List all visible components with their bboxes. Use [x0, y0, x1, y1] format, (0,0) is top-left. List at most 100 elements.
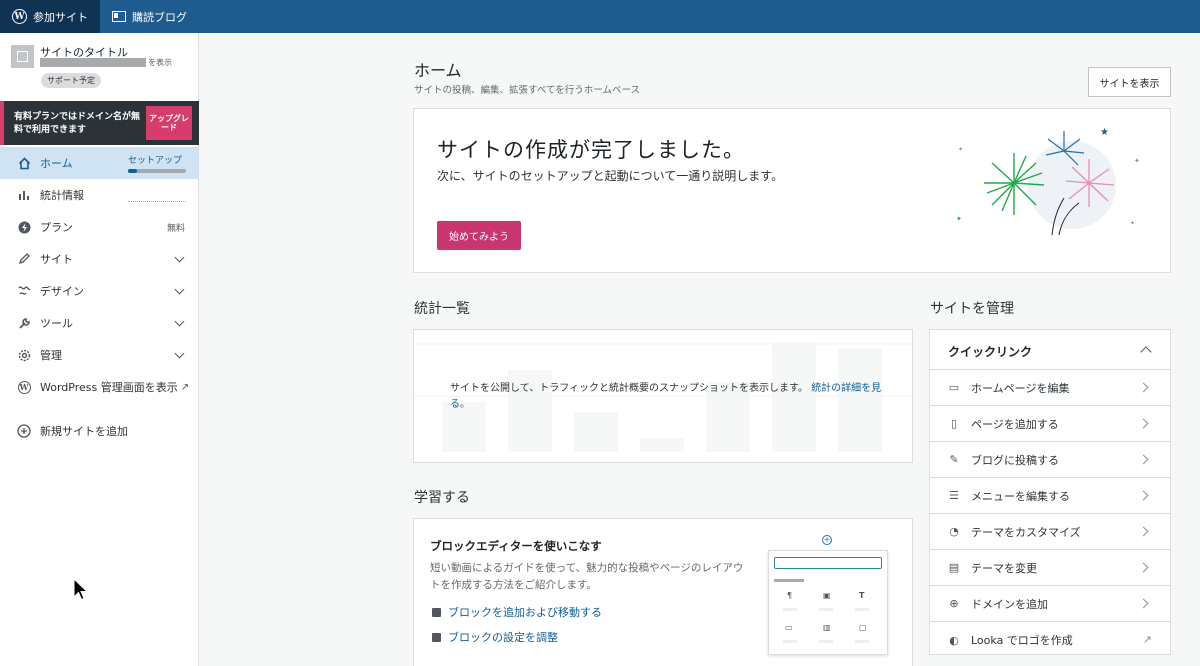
- quick-links-card: クイックリンク ▭ ホームページを編集 ▯ ページを追加する ✎ ブログに投稿す…: [929, 329, 1171, 655]
- learn-link-add-blocks[interactable]: ブロックを追加および移動する: [432, 604, 602, 620]
- quick-link-label: テーマをカスタマイズ: [971, 525, 1081, 539]
- quick-link-customize-theme[interactable]: ◔ テーマをカスタマイズ: [930, 514, 1170, 550]
- folder-icon: ▢: [859, 623, 867, 632]
- stats-card: サイトを公開して、トラフィックと統計概要のスナップショットを表示します。 統計の…: [413, 329, 913, 463]
- sidebar-item-label: デザイン: [40, 285, 84, 298]
- sidebar-item-wp-admin[interactable]: W WordPress 管理画面を表示 ↗: [0, 371, 199, 403]
- site-card[interactable]: サイトのタイトル を表示 サポート予定: [0, 33, 198, 95]
- main-content: ホーム サイトの投稿、編集、拡張すべてを行うホームベース サイトを表示 サイトの…: [199, 33, 1200, 666]
- laptop-icon: ▭: [948, 381, 960, 394]
- quick-link-add-page[interactable]: ▯ ページを追加する: [930, 406, 1170, 442]
- looka-icon: ◐: [949, 633, 959, 647]
- chevron-right-icon: [1138, 382, 1149, 393]
- setup-progress-fill: [128, 169, 137, 173]
- sidebar-item-tools[interactable]: ツール: [0, 307, 199, 339]
- sidebar-item-label: ツール: [40, 317, 73, 330]
- learn-link-label: ブロックを追加および移動する: [448, 606, 602, 619]
- quick-links-title: クイックリンク: [948, 345, 1033, 359]
- sidebar-item-site[interactable]: サイト: [0, 243, 199, 275]
- view-site-button[interactable]: サイトを表示: [1088, 67, 1171, 97]
- my-sites-button[interactable]: W 参加サイト: [0, 0, 100, 33]
- quick-link-label: ブログに投稿する: [971, 453, 1059, 467]
- sidebar-item-home[interactable]: ホーム セットアップ: [0, 147, 199, 179]
- my-sites-label: 参加サイト: [33, 10, 88, 24]
- quick-link-edit-menu[interactable]: ☰ メニューを編集する: [930, 478, 1170, 514]
- plan-free-badge: 無料: [166, 223, 185, 234]
- upsell-text: 有料プランではドメイン名が無料で利用できます: [14, 112, 141, 135]
- stats-message-text: サイトを公開して、トラフィックと統計概要のスナップショットを表示します。: [450, 383, 808, 394]
- hero-subtitle: 次に、サイトのセットアップと起動について一通り説明します。: [437, 169, 784, 183]
- page-icon: ▯: [950, 417, 958, 430]
- quick-link-label: テーマを変更: [971, 561, 1037, 575]
- svg-text:✦: ✦: [956, 215, 962, 223]
- sidebar-item-label: プラン: [40, 221, 73, 234]
- sidebar-item-stats[interactable]: 統計情報: [0, 179, 199, 211]
- quick-link-change-theme[interactable]: ▤ テーマを変更: [930, 550, 1170, 586]
- upsell-banner[interactable]: 有料プランではドメイン名が無料で利用できます アップグレード: [0, 101, 199, 145]
- inserter-heading-illustration: [774, 579, 804, 582]
- site-created-card: サイトの作成が完了しました。 次に、サイトのセットアップと起動について一通り説明…: [413, 108, 1171, 273]
- stats-message: サイトを公開して、トラフィックと統計概要のスナップショットを表示します。 統計の…: [450, 381, 890, 413]
- sidebar-nav: ホーム セットアップ 統計情報 プラン 無料 サイト デザイン ツール 管理 W…: [0, 147, 199, 447]
- learn-description: 短い動画によるガイドを使って、魅力的な投稿やページのレイアウトを作成する方法をご…: [430, 562, 744, 591]
- svg-text:★: ★: [1100, 127, 1109, 138]
- chevron-right-icon: [1138, 598, 1149, 609]
- learn-link-block-settings[interactable]: ブロックの設定を調整: [432, 629, 558, 645]
- video-icon: [432, 607, 441, 617]
- quick-link-label: ドメインを追加: [971, 597, 1048, 611]
- stats-section-title: 統計一覧: [414, 301, 470, 317]
- quick-links-header[interactable]: クイックリンク: [930, 330, 1170, 370]
- wp-icon: W: [16, 379, 32, 395]
- learn-card: ブロックエディターを使いこなす 短い動画によるガイドを使って、魅力的な投稿やペー…: [413, 518, 913, 666]
- external-link-icon: ↗: [1142, 633, 1152, 646]
- quick-link-edit-homepage[interactable]: ▭ ホームページを編集: [930, 370, 1170, 406]
- wordpress-logo-icon: W: [12, 9, 27, 24]
- sidebar-item-label: ホーム: [40, 157, 73, 170]
- hero-title: サイトの作成が完了しました。: [437, 138, 745, 162]
- add-block-icon: +: [822, 535, 832, 545]
- sidebar-item-plan[interactable]: プラン 無料: [0, 211, 199, 243]
- svg-text:✦: ✦: [1134, 157, 1140, 165]
- svg-text:✦: ✦: [1130, 220, 1135, 227]
- chevron-right-icon: [1138, 490, 1149, 501]
- quick-link-add-domain[interactable]: ⊕ ドメインを追加: [930, 586, 1170, 622]
- sidebar-item-label: WordPress 管理画面を表示: [40, 381, 178, 394]
- quick-link-write-post[interactable]: ✎ ブログに投稿する: [930, 442, 1170, 478]
- columns-icon: ▥: [823, 623, 831, 632]
- manage-section-title: サイトを管理: [930, 301, 1014, 317]
- reader-button[interactable]: 購読ブログ: [100, 0, 199, 33]
- plus-circle-icon: [16, 423, 32, 439]
- quick-link-label: ページを追加する: [971, 417, 1059, 431]
- pencil-icon: ✎: [949, 453, 959, 466]
- chevron-right-icon: [1138, 526, 1149, 537]
- heading-icon: T: [859, 591, 865, 600]
- get-started-button[interactable]: 始めてみよう: [437, 221, 521, 250]
- chevron-down-icon: [174, 252, 185, 263]
- sidebar-item-label: 管理: [40, 349, 62, 362]
- sidebar-item-label: サイト: [40, 253, 73, 266]
- setup-progress-bar: [128, 169, 186, 173]
- quick-link-label: ホームページを編集: [971, 381, 1070, 395]
- sidebar-item-manage[interactable]: 管理: [0, 339, 199, 371]
- quick-link-label: Looka でロゴを作成: [971, 634, 1073, 647]
- site-url-suffix[interactable]: を表示: [148, 57, 172, 68]
- page-subtitle: サイトの投稿、編集、拡張すべてを行うホームベース: [414, 85, 641, 96]
- design-icon: [16, 283, 32, 299]
- upgrade-button[interactable]: アップグレード: [146, 106, 192, 140]
- paragraph-icon: ¶: [787, 591, 793, 600]
- chevron-down-icon: [174, 284, 185, 295]
- site-url-redacted[interactable]: [40, 58, 146, 67]
- chevron-right-icon: [1138, 418, 1149, 429]
- page-title: ホーム: [414, 61, 462, 80]
- sidebar-item-add-site[interactable]: 新規サイトを追加: [0, 415, 199, 447]
- block-inserter-illustration: ¶ ▣ T ▭ ▥ ▢: [768, 550, 888, 655]
- stats-sparkline: [128, 201, 186, 202]
- learn-link-label: ブロックの設定を調整: [448, 631, 558, 644]
- fireworks-illustration: ★ ✦ ✦ ✦ ✦: [956, 127, 1140, 236]
- svg-text:✦: ✦: [958, 146, 963, 153]
- quick-link-looka-logo[interactable]: ◐ Looka でロゴを作成 ↗: [930, 622, 1170, 658]
- masterbar: W 参加サイト 購読ブログ: [0, 0, 1200, 33]
- home-icon: [16, 155, 32, 171]
- sidebar-item-label: 統計情報: [40, 189, 84, 202]
- sidebar-item-design[interactable]: デザイン: [0, 275, 199, 307]
